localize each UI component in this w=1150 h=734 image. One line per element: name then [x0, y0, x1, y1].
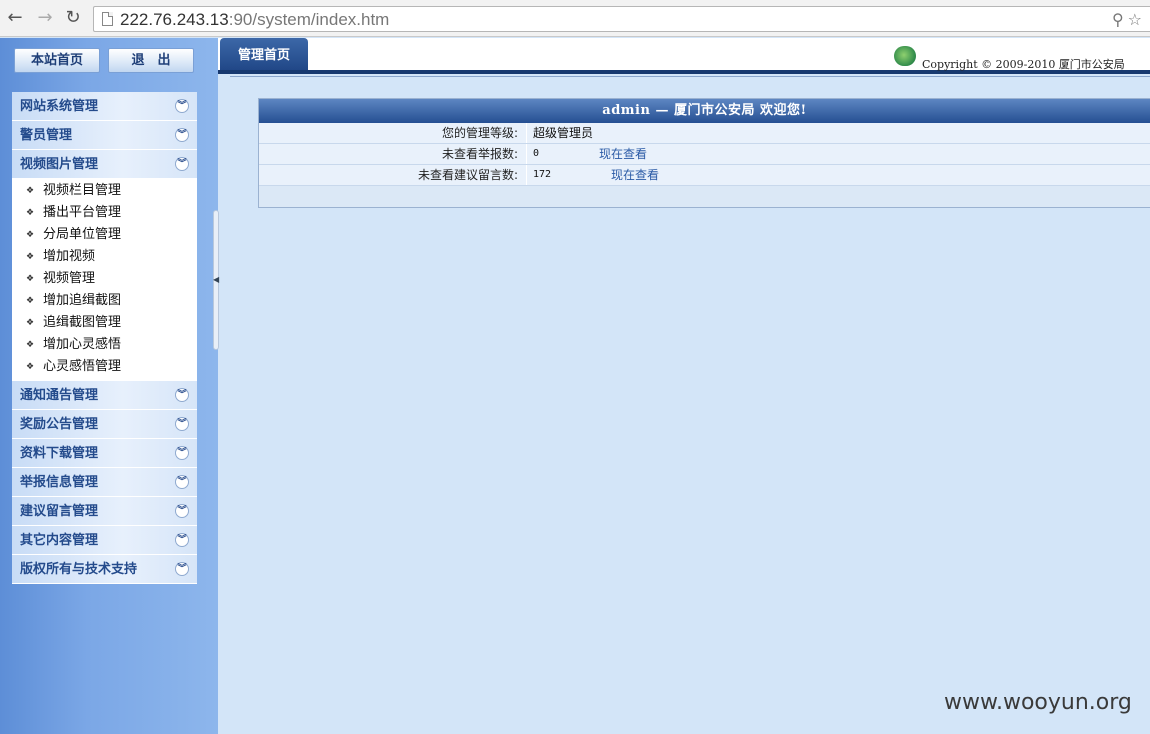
chevron-down-icon[interactable]: ︾ — [175, 128, 189, 142]
bookmark-star-icon[interactable]: ⚲☆ — [1112, 10, 1146, 29]
submenu-item[interactable]: ❖ 视频栏目管理 — [12, 180, 197, 202]
menu-label: 其它内容管理 — [20, 533, 99, 548]
info-row: 您的管理等级: 超级管理员 — [259, 123, 1150, 144]
reload-icon[interactable]: ↻ — [62, 8, 84, 28]
submenu-item[interactable]: ❖ 增加追缉截图 — [12, 290, 197, 312]
menu-other-content[interactable]: 其它内容管理 ︾ — [12, 526, 197, 555]
menu-reports[interactable]: 举报信息管理 ︾ — [12, 468, 197, 497]
welcome-title: admin — 厦门市公安局 欢迎您! — [259, 99, 1150, 123]
chevron-down-icon[interactable]: ︾ — [175, 99, 189, 113]
menu-video-images[interactable]: 视频图片管理 ︾ — [12, 150, 197, 179]
menu-label: 资料下载管理 — [20, 446, 99, 461]
chevron-down-icon[interactable]: ︾ — [175, 475, 189, 489]
info-row: 未查看举报数: 0 现在查看 — [259, 144, 1150, 165]
menu-label: 版权所有与技术支持 — [20, 562, 138, 577]
page-icon — [102, 12, 113, 26]
copyright-text: Copyright © 2009-2010 厦门市公安局 — [922, 58, 1125, 71]
submenu-item[interactable]: ❖ 播出平台管理 — [12, 202, 197, 224]
submenu-item[interactable]: ❖ 增加心灵感悟 — [12, 334, 197, 356]
submenu-label: 增加追缉截图 — [43, 293, 122, 308]
left-sidebar: 本站首页 退 出 网站系统管理 ︾ 警员管理 ︾ 视频图片管理 ︾ ❖ 视频栏目管理 ❖… — [0, 38, 218, 734]
menu-notices[interactable]: 通知通告管理 ︾ — [12, 381, 197, 410]
menu-label: 警员管理 — [20, 128, 73, 143]
unread-reports-label: 未查看举报数: — [259, 144, 527, 164]
menu-label: 视频图片管理 — [20, 157, 99, 172]
submenu-item[interactable]: ❖ 心灵感悟管理 — [12, 356, 197, 378]
chevron-down-icon[interactable]: ︾ — [175, 533, 189, 547]
menu-label: 奖励公告管理 — [20, 417, 99, 432]
menu-site-system[interactable]: 网站系统管理 ︾ — [12, 92, 197, 121]
view-suggestions-link[interactable]: 现在查看 — [611, 165, 659, 185]
admin-level-label: 您的管理等级: — [259, 123, 527, 143]
sidebar-collapse-handle[interactable]: ◀ — [213, 210, 219, 350]
chevron-down-icon[interactable]: ︾ — [175, 562, 189, 576]
bullet-icon: ❖ — [26, 340, 35, 350]
watermark-text: www.wooyun.org — [944, 690, 1132, 715]
submenu-label: 追缉截图管理 — [43, 315, 122, 330]
submenu-label: 视频管理 — [43, 271, 96, 286]
chevron-down-icon[interactable]: ︾ — [175, 446, 189, 460]
sidebar-top-buttons: 本站首页 退 出 — [14, 48, 196, 74]
menu-rewards[interactable]: 奖励公告管理 ︾ — [12, 410, 197, 439]
submenu-label: 增加心灵感悟 — [43, 337, 122, 352]
header-rule — [230, 76, 1150, 77]
chevron-down-icon[interactable]: ︾ — [175, 504, 189, 518]
menu-label: 建议留言管理 — [20, 504, 99, 519]
menu-label: 举报信息管理 — [20, 475, 99, 490]
submenu-label: 增加视频 — [43, 249, 96, 264]
bullet-icon: ❖ — [26, 296, 35, 306]
bullet-icon: ❖ — [26, 274, 35, 284]
menu-copyright-support[interactable]: 版权所有与技术支持 ︾ — [12, 555, 197, 584]
bullet-icon: ❖ — [26, 208, 35, 218]
sidebar-menu: 网站系统管理 ︾ 警员管理 ︾ 视频图片管理 ︾ ❖ 视频栏目管理 ❖ 播出平台管理 ❖ 分… — [12, 92, 197, 584]
address-bar[interactable]: 222.76.243.13:90/system/index.htm ⚲☆ — [93, 6, 1150, 32]
submenu-item[interactable]: ❖ 分局单位管理 — [12, 224, 197, 246]
logout-button[interactable]: 退 出 — [108, 48, 194, 73]
url-text[interactable]: 222.76.243.13:90/system/index.htm — [120, 10, 389, 30]
info-row: 未查看建议留言数: 172 现在查看 — [259, 165, 1150, 186]
unread-reports-value: 0 — [533, 148, 540, 159]
submenu-item[interactable]: ❖ 视频管理 — [12, 268, 197, 290]
chevron-down-icon[interactable]: ︾ — [175, 388, 189, 402]
submenu-label: 分局单位管理 — [43, 227, 122, 242]
welcome-panel: admin — 厦门市公安局 欢迎您! 您的管理等级: 超级管理员 未查看举报数… — [258, 98, 1150, 208]
unread-suggestions-value: 172 — [533, 169, 552, 180]
menu-label: 通知通告管理 — [20, 388, 99, 403]
police-logo-icon — [894, 46, 916, 66]
browser-toolbar: ← → ↻ 222.76.243.13:90/system/index.htm … — [0, 0, 1150, 37]
submenu-label: 播出平台管理 — [43, 205, 122, 220]
menu-police-staff[interactable]: 警员管理 ︾ — [12, 121, 197, 150]
bullet-icon: ❖ — [26, 362, 35, 372]
bullet-icon: ❖ — [26, 230, 35, 240]
bullet-icon: ❖ — [26, 252, 35, 262]
url-path: :90/system/index.htm — [228, 10, 390, 29]
collapse-left-icon: ◀ — [213, 275, 220, 284]
menu-suggestions[interactable]: 建议留言管理 ︾ — [12, 497, 197, 526]
back-icon[interactable]: ← — [4, 8, 26, 28]
submenu-label: 心灵感悟管理 — [43, 359, 122, 374]
admin-level-value: 超级管理员 — [533, 126, 594, 140]
video-images-submenu: ❖ 视频栏目管理 ❖ 播出平台管理 ❖ 分局单位管理 ❖ 增加视频 ❖ 视频管理 ❖ 增加追… — [12, 179, 197, 381]
submenu-item[interactable]: ❖ 追缉截图管理 — [12, 312, 197, 334]
unread-suggestions-label: 未查看建议留言数: — [259, 165, 527, 185]
menu-label: 网站系统管理 — [20, 99, 99, 114]
site-home-button[interactable]: 本站首页 — [14, 48, 100, 73]
url-host: 222.76.243.13 — [120, 10, 229, 29]
tab-admin-home[interactable]: 管理首页 — [220, 38, 308, 72]
submenu-item[interactable]: ❖ 增加视频 — [12, 246, 197, 268]
bullet-icon: ❖ — [26, 186, 35, 196]
menu-downloads[interactable]: 资料下载管理 ︾ — [12, 439, 197, 468]
submenu-label: 视频栏目管理 — [43, 183, 122, 198]
forward-icon[interactable]: → — [34, 8, 56, 28]
bullet-icon: ❖ — [26, 318, 35, 328]
chevron-down-icon[interactable]: ︾ — [175, 157, 189, 171]
chevron-down-icon[interactable]: ︾ — [175, 417, 189, 431]
view-reports-link[interactable]: 现在查看 — [599, 144, 647, 164]
